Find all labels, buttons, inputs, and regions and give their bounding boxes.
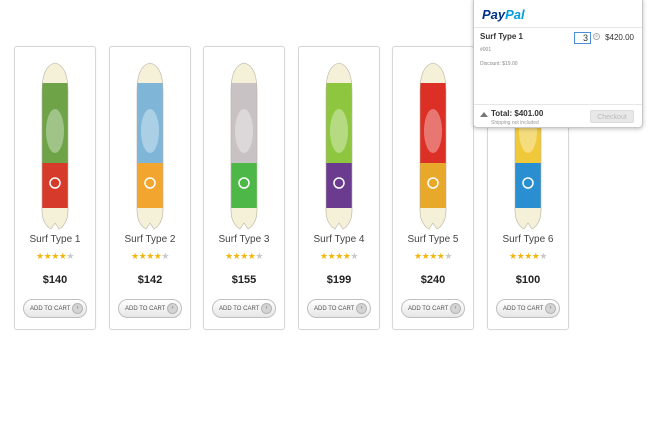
shipping-note: Shipping not included <box>491 120 539 126</box>
add-to-cart-button[interactable]: ADD TO CART › <box>401 299 465 318</box>
star-icon: ★ <box>255 251 263 261</box>
product-card: Surf Type 5 ★★★★★ $240 ADD TO CART › <box>392 46 474 330</box>
add-to-cart-label: ADD TO CART <box>30 306 71 312</box>
star-icon: ★ <box>350 251 358 261</box>
close-icon[interactable]: × <box>593 33 600 40</box>
product-name: Surf Type 1 <box>29 234 81 245</box>
star-rating: ★★★★★ <box>393 251 473 262</box>
add-to-cart-label: ADD TO CART <box>314 306 355 312</box>
star-icon: ★ <box>444 251 452 261</box>
product-name: Surf Type 3 <box>218 234 270 245</box>
star-rating: ★★★★★ <box>299 251 379 262</box>
star-icon: ★ <box>146 251 154 261</box>
star-icon: ★ <box>36 251 44 261</box>
star-rating: ★★★★★ <box>204 251 284 262</box>
add-to-cart-label: ADD TO CART <box>408 306 449 312</box>
product-name: Surf Type 6 <box>502 234 554 245</box>
checkout-button[interactable]: Checkout <box>590 110 634 123</box>
star-rating: ★★★★★ <box>110 251 190 262</box>
product-price: $240 <box>420 274 446 286</box>
quantity-input[interactable] <box>574 32 591 44</box>
cart-item-amount: $420.00 <box>605 33 634 42</box>
add-to-cart-button[interactable]: ADD TO CART › <box>23 299 87 318</box>
add-to-cart-button[interactable]: ADD TO CART › <box>212 299 276 318</box>
product-name: Surf Type 4 <box>313 234 365 245</box>
star-icon: ★ <box>51 251 59 261</box>
skateboard-image[interactable] <box>321 61 357 233</box>
product-card: Surf Type 1 ★★★★★ $140 ADD TO CART › <box>14 46 96 330</box>
arrow-right-icon: › <box>545 303 556 314</box>
cart-item-discount: Discount: $19.00 <box>480 61 518 67</box>
product-price: $199 <box>326 274 352 286</box>
arrow-right-icon: › <box>72 303 83 314</box>
star-icon: ★ <box>524 251 532 261</box>
star-rating: ★★★★★ <box>15 251 95 262</box>
paypal-logo: PayPal <box>482 7 525 22</box>
skateboard-image[interactable] <box>226 61 262 233</box>
add-to-cart-button[interactable]: ADD TO CART › <box>496 299 560 318</box>
cart-item-number: #001 <box>480 47 492 53</box>
star-icon: ★ <box>539 251 547 261</box>
star-icon: ★ <box>66 251 74 261</box>
arrow-right-icon: › <box>356 303 367 314</box>
star-icon: ★ <box>429 251 437 261</box>
star-icon: ★ <box>414 251 422 261</box>
product-card: Surf Type 2 ★★★★★ $142 ADD TO CART › <box>109 46 191 330</box>
star-icon: ★ <box>131 251 139 261</box>
product-card: Surf Type 4 ★★★★★ $199 ADD TO CART › <box>298 46 380 330</box>
cart-divider <box>474 104 642 105</box>
product-name: Surf Type 5 <box>407 234 459 245</box>
star-icon: ★ <box>225 251 233 261</box>
product-card: Surf Type 3 ★★★★★ $155 ADD TO CART › <box>203 46 285 330</box>
add-to-cart-button[interactable]: ADD TO CART › <box>118 299 182 318</box>
cart-item-name: Surf Type 1 <box>480 32 523 41</box>
star-icon: ★ <box>161 251 169 261</box>
product-name: Surf Type 2 <box>124 234 176 245</box>
arrow-right-icon: › <box>261 303 272 314</box>
add-to-cart-label: ADD TO CART <box>125 306 166 312</box>
star-icon: ★ <box>240 251 248 261</box>
add-to-cart-button[interactable]: ADD TO CART › <box>307 299 371 318</box>
star-icon: ★ <box>335 251 343 261</box>
star-icon: ★ <box>320 251 328 261</box>
product-price: $140 <box>42 274 68 286</box>
cart-total: Total: $401.00 <box>491 109 544 118</box>
add-to-cart-label: ADD TO CART <box>503 306 544 312</box>
product-price: $100 <box>515 274 541 286</box>
paypal-mini-cart: PayPal Surf Type 1 #001 Discount: $19.00… <box>473 0 643 128</box>
star-rating: ★★★★★ <box>488 251 568 262</box>
skateboard-image[interactable] <box>415 61 451 233</box>
arrow-right-icon: › <box>167 303 178 314</box>
cart-divider <box>474 27 642 28</box>
add-to-cart-label: ADD TO CART <box>219 306 260 312</box>
arrow-right-icon: › <box>450 303 461 314</box>
skateboard-image[interactable] <box>132 61 168 233</box>
product-price: $155 <box>231 274 257 286</box>
skateboard-image[interactable] <box>37 61 73 233</box>
triangle-up-icon[interactable] <box>480 112 488 117</box>
product-price: $142 <box>137 274 163 286</box>
star-icon: ★ <box>509 251 517 261</box>
